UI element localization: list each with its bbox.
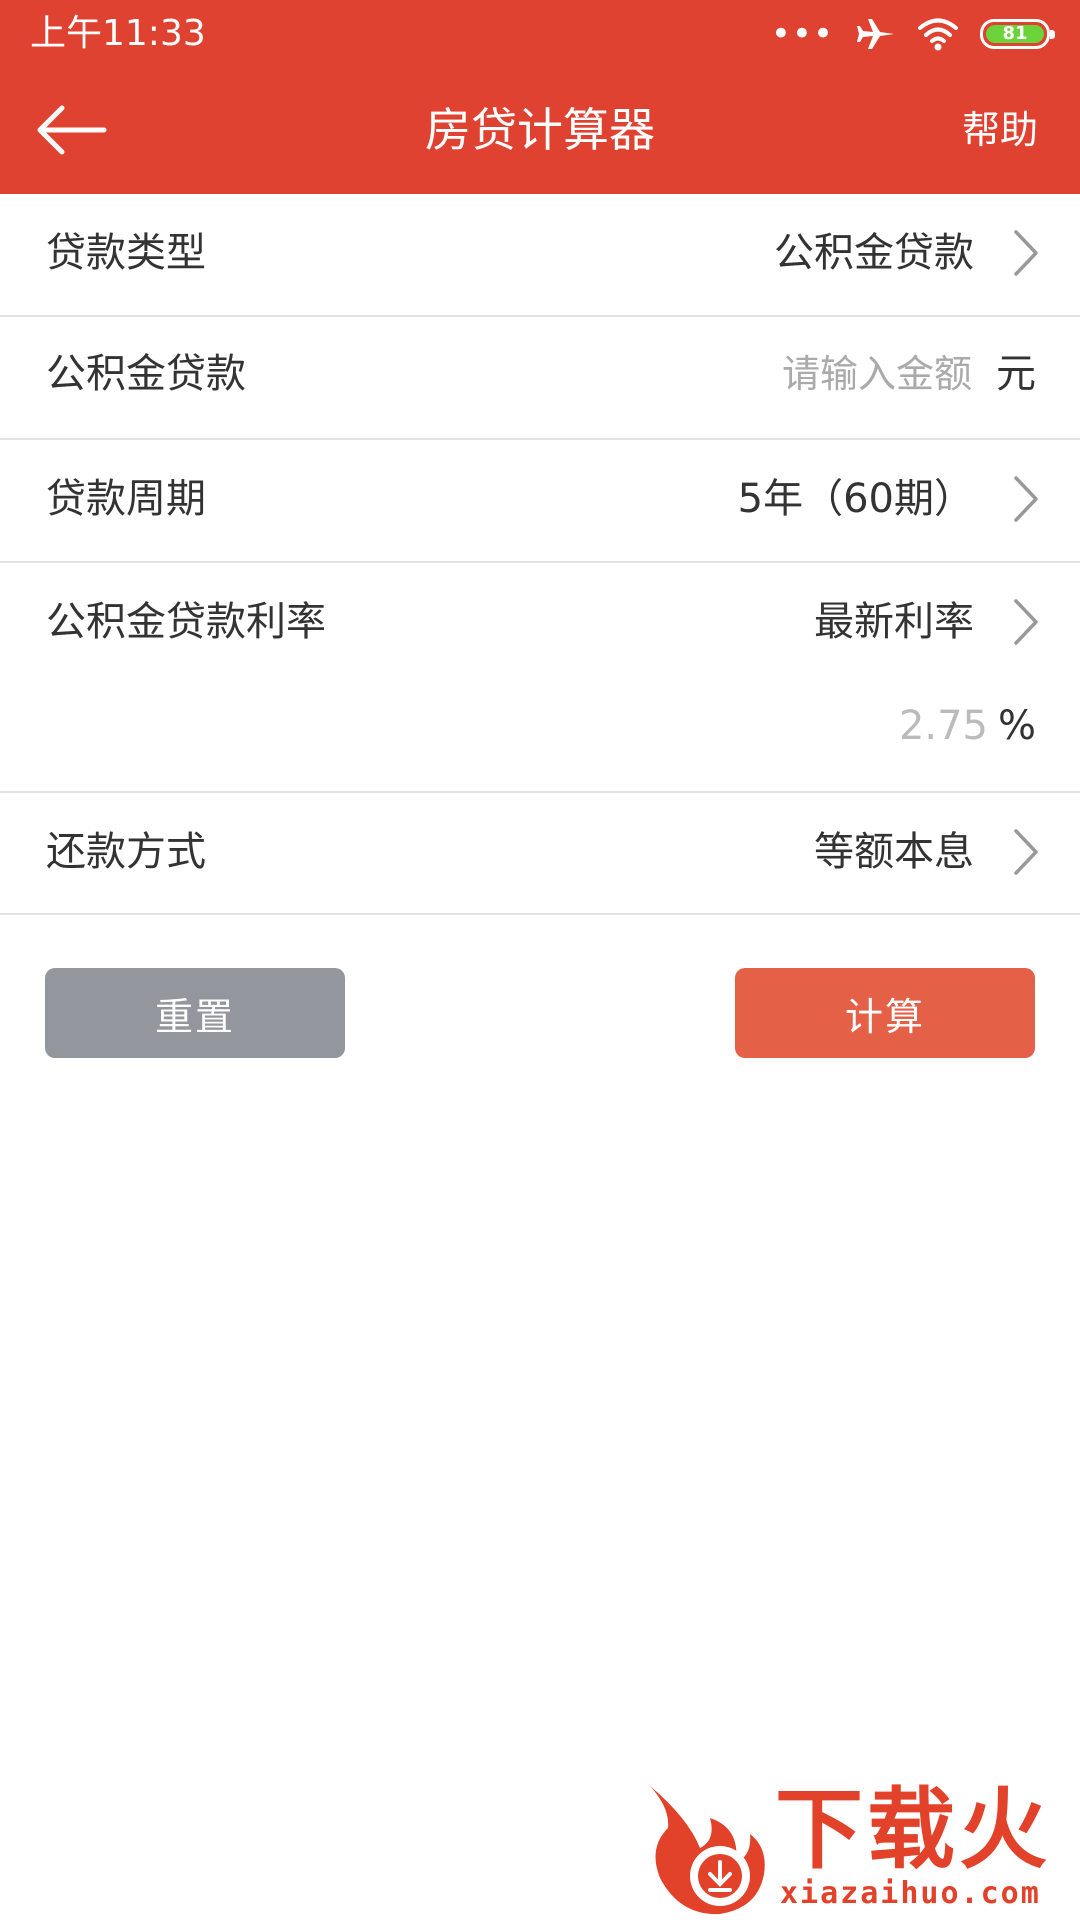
repayment-method-value: 等额本息 (814, 829, 974, 875)
repayment-method-row[interactable]: 还款方式 等额本息 (0, 793, 1080, 915)
battery-tip (1050, 30, 1055, 39)
loan-type-label: 贷款类型 (46, 230, 206, 276)
loan-amount-unit: 元 (996, 351, 1036, 397)
screen: 上午11:33 ••• 81 房贷计算器 帮助 贷款类型 公积金贷款 公积金贷款… (0, 0, 1080, 1920)
repayment-method-label: 还款方式 (46, 829, 206, 875)
loan-type-value: 公积金贷款 (774, 230, 974, 276)
loan-amount-row: 公积金贷款 元 (0, 317, 1080, 440)
loan-period-row[interactable]: 贷款周期 5年（60期） (0, 440, 1080, 563)
signal-dots-icon: ••• (770, 14, 834, 54)
battery-fill: 81 (986, 25, 1044, 43)
rate-input[interactable] (788, 699, 988, 753)
loan-amount-label: 公积金贷款 (46, 351, 246, 397)
loan-period-value: 5年（60期） (737, 476, 974, 522)
loan-rate-selector[interactable]: 最新利率 (760, 583, 1080, 663)
calculate-button[interactable]: 计算 (735, 968, 1035, 1058)
loan-period-label: 贷款周期 (46, 476, 206, 522)
loan-amount-input[interactable] (592, 347, 972, 401)
reset-button[interactable]: 重置 (45, 968, 345, 1058)
chevron-right-icon (1014, 829, 1038, 875)
loan-rate-value: 最新利率 (814, 599, 974, 645)
status-icons: ••• 81 (770, 14, 1055, 54)
watermark-url: xiazaihuo.com (780, 1876, 1041, 1911)
chevron-right-icon (1014, 230, 1038, 276)
help-button[interactable]: 帮助 (962, 102, 1038, 158)
airplane-icon (857, 19, 894, 49)
wifi-icon (918, 18, 958, 51)
battery-icon: 81 (980, 19, 1055, 49)
loan-type-row[interactable]: 贷款类型 公积金贷款 (0, 194, 1080, 317)
watermark: 下载火 xiazaihuo.com (640, 1778, 1080, 1920)
rate-unit: % (997, 703, 1036, 749)
app-header: 上午11:33 ••• 81 房贷计算器 帮助 (0, 0, 1080, 194)
page-title: 房贷计算器 (425, 103, 655, 157)
chevron-right-icon (1014, 599, 1038, 645)
xiazaihuo-logo-icon (650, 1786, 765, 1915)
watermark-brand: 下载火 (775, 1778, 1052, 1881)
loan-rate-label: 公积金贷款利率 (46, 599, 326, 645)
chevron-right-icon (1014, 476, 1038, 522)
loan-rate-row: 公积金贷款利率 最新利率 % (0, 563, 1080, 793)
status-time: 上午11:33 (30, 13, 206, 54)
battery-level: 81 (1002, 23, 1028, 44)
